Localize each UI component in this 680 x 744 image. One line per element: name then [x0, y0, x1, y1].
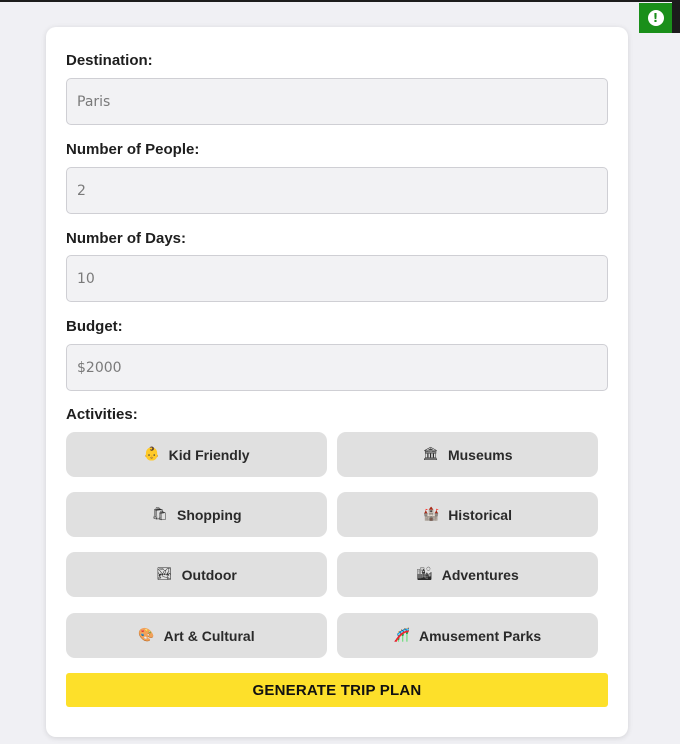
activity-art-cultural-button[interactable]: 🎨 Art & Cultural	[66, 613, 327, 658]
castle-icon: 🏰	[423, 507, 440, 522]
activity-adventures-button[interactable]: 🏙 Adventures	[337, 552, 598, 597]
activity-historical-button[interactable]: 🏰 Historical	[337, 492, 598, 537]
days-input[interactable]	[66, 255, 608, 302]
alert-badge[interactable]: !	[639, 3, 672, 33]
scrollbar-edge	[672, 0, 680, 33]
budget-label: Budget:	[66, 318, 123, 335]
activity-outdoor-button[interactable]: 🏞 Outdoor	[66, 552, 327, 597]
activity-label: Amusement Parks	[419, 627, 542, 644]
budget-input[interactable]	[66, 344, 608, 391]
activity-label: Outdoor	[181, 566, 237, 583]
activity-amusement-parks-button[interactable]: 🎢 Amusement Parks	[337, 613, 598, 658]
activity-kid-friendly-button[interactable]: 👶 Kid Friendly	[66, 432, 327, 477]
destination-label: Destination:	[66, 52, 153, 69]
activity-label: Adventures	[441, 566, 519, 583]
activity-shopping-button[interactable]: 🛍 Shopping	[66, 492, 327, 537]
activity-label: Art & Cultural	[163, 627, 255, 644]
top-border	[0, 0, 680, 2]
trip-form-card: Destination: Number of People: Number of…	[46, 27, 628, 737]
activity-label: Shopping	[176, 506, 242, 523]
activity-label: Historical	[448, 506, 512, 523]
activities-label: Activities:	[66, 406, 138, 423]
shopping-bags-icon: 🛍	[151, 507, 168, 522]
activity-museums-button[interactable]: 🏛 Museums	[337, 432, 598, 477]
alert-icon: !	[647, 10, 664, 26]
baby-icon: 👶	[143, 447, 160, 462]
palette-icon: 🎨	[138, 628, 155, 643]
destination-input[interactable]	[66, 78, 608, 125]
generate-trip-plan-button[interactable]: GENERATE TRIP PLAN	[66, 673, 608, 707]
museum-icon: 🏛	[422, 447, 439, 462]
landscape-icon: 🏞	[156, 567, 173, 582]
activity-label: Museums	[447, 446, 513, 463]
activity-label: Kid Friendly	[168, 446, 250, 463]
days-label: Number of Days:	[66, 230, 187, 247]
roller-coaster-icon: 🎢	[393, 628, 410, 643]
cityscape-icon: 🏙	[416, 567, 433, 582]
people-label: Number of People:	[66, 141, 200, 158]
people-input[interactable]	[66, 167, 608, 214]
